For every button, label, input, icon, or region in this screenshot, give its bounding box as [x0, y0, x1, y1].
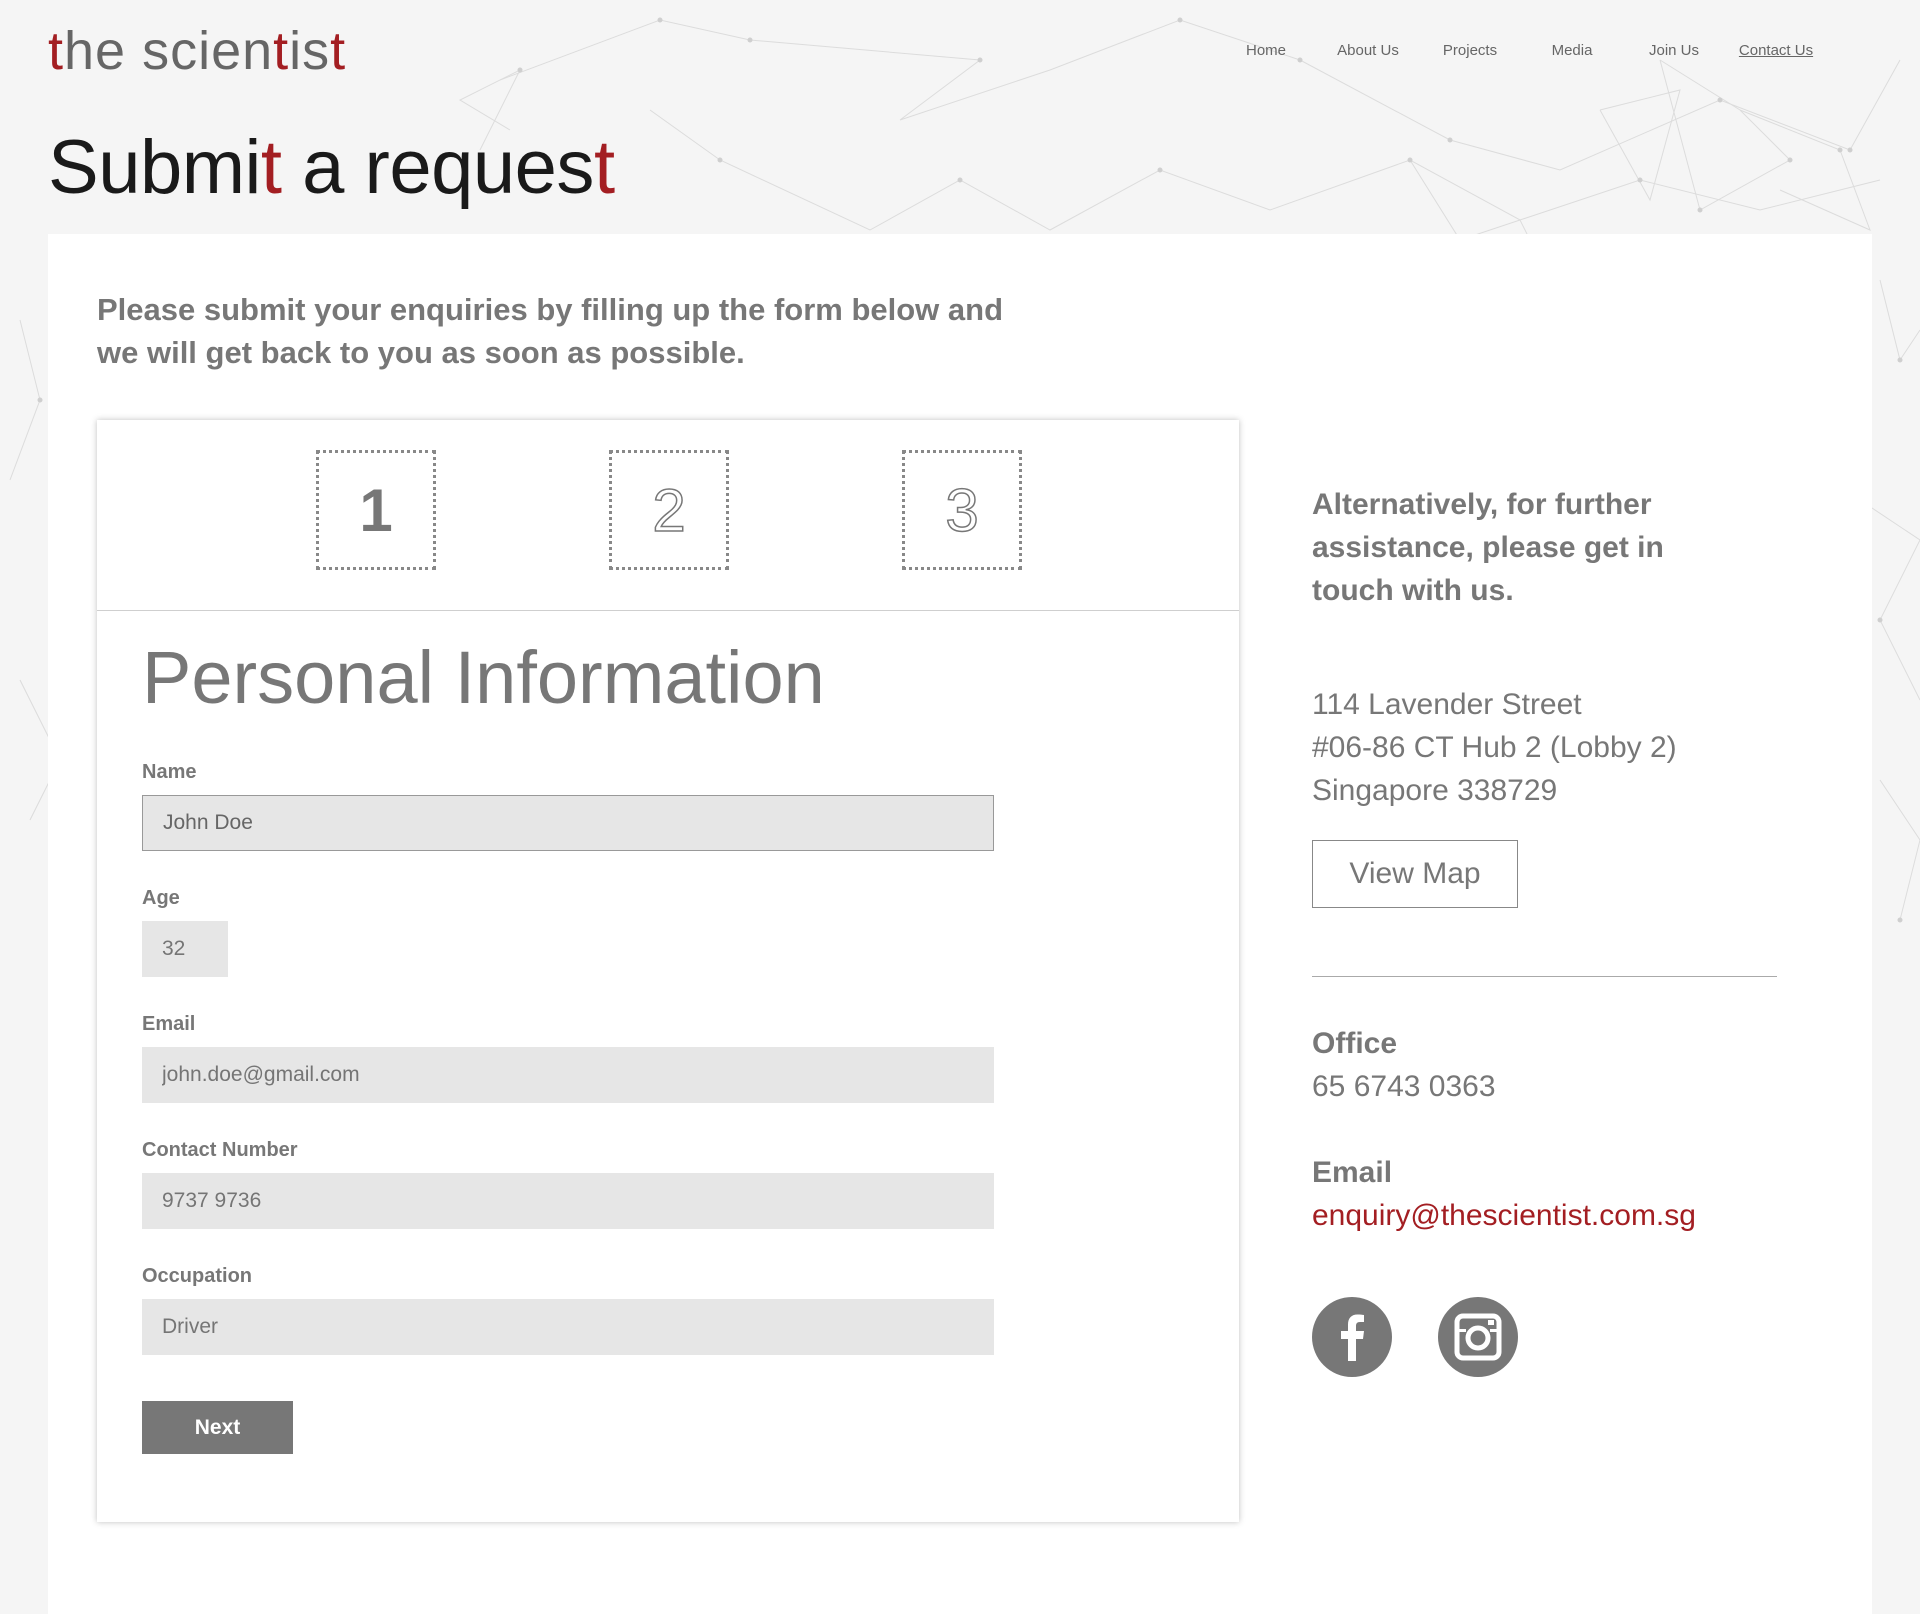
- next-button[interactable]: Next: [142, 1401, 293, 1454]
- address-line: 114 Lavender Street: [1312, 688, 1582, 721]
- age-label: Age: [142, 887, 180, 909]
- contact-number-input[interactable]: [142, 1173, 994, 1229]
- request-form-card: 1 2 3 Personal Information Name Age Emai…: [97, 420, 1239, 1522]
- alternative-contact-text: Alternatively, for further assistance, p…: [1312, 483, 1742, 612]
- nav-projects[interactable]: Projects: [1443, 42, 1497, 59]
- address-line: Singapore 338729: [1312, 774, 1558, 807]
- view-map-button[interactable]: View Map: [1312, 840, 1518, 908]
- logo-accent-t: t: [273, 21, 290, 81]
- alt-line: Alternatively, for further: [1312, 488, 1652, 521]
- email-label: Email: [142, 1013, 196, 1035]
- instagram-link[interactable]: [1438, 1297, 1518, 1377]
- step-number: 1: [359, 476, 393, 544]
- name-input[interactable]: [142, 795, 994, 851]
- alt-line: touch with us.: [1312, 574, 1514, 607]
- section-title: Personal Information: [142, 636, 825, 719]
- address-line: #06-86 CT Hub 2 (Lobby 2): [1312, 731, 1677, 764]
- step-number: 3: [945, 476, 980, 545]
- alt-line: assistance, please get in: [1312, 531, 1664, 564]
- contact-email-label: Email: [1312, 1156, 1393, 1189]
- facebook-link[interactable]: [1312, 1297, 1392, 1377]
- main-nav: Home About Us Projects Media Join Us Con…: [1200, 42, 1820, 62]
- nav-contact-us[interactable]: Contact Us: [1739, 42, 1813, 59]
- divider: [1312, 976, 1777, 977]
- step-3[interactable]: 3: [902, 450, 1022, 570]
- nav-media[interactable]: Media: [1552, 42, 1593, 59]
- address-block: 114 Lavender Street #06-86 CT Hub 2 (Lob…: [1312, 683, 1677, 812]
- title-accent-t: t: [260, 125, 282, 210]
- occupation-input[interactable]: [142, 1299, 994, 1355]
- occupation-label: Occupation: [142, 1265, 253, 1287]
- title-part: a reques: [281, 125, 594, 210]
- intro-line: we will get back to you as soon as possi…: [97, 335, 745, 370]
- main-panel: Please submit your enquiries by filling …: [48, 234, 1872, 1614]
- contact-email-link[interactable]: enquiry@thescientist.com.sg: [1312, 1199, 1696, 1233]
- nav-join-us[interactable]: Join Us: [1649, 42, 1699, 59]
- name-label: Name: [142, 761, 197, 783]
- logo-accent-t: t: [48, 21, 65, 81]
- contact-number-label: Contact Number: [142, 1139, 298, 1161]
- instagram-icon: [1454, 1313, 1502, 1361]
- step-indicator: 1 2 3: [97, 420, 1239, 611]
- office-phone: 65 6743 0363: [1312, 1070, 1496, 1103]
- logo-accent-t: t: [330, 21, 347, 81]
- office-label: Office: [1312, 1027, 1398, 1060]
- nav-home[interactable]: Home: [1246, 42, 1286, 59]
- page-title: Submit a request: [48, 124, 615, 211]
- title-accent-t: t: [593, 125, 615, 210]
- logo-part: he scien: [64, 21, 274, 81]
- facebook-icon: [1341, 1314, 1364, 1361]
- email-input[interactable]: [142, 1047, 994, 1103]
- step-1[interactable]: 1: [316, 450, 436, 570]
- intro-text: Please submit your enquiries by filling …: [97, 288, 1037, 374]
- title-part: Submi: [48, 125, 261, 210]
- step-number: 2: [652, 476, 687, 545]
- age-input[interactable]: [142, 921, 228, 977]
- logo-part: is: [289, 21, 331, 81]
- site-logo[interactable]: the scientist: [48, 20, 346, 82]
- step-2[interactable]: 2: [609, 450, 729, 570]
- nav-about-us[interactable]: About Us: [1337, 42, 1399, 59]
- intro-line: Please submit your enquiries by filling …: [97, 292, 1004, 327]
